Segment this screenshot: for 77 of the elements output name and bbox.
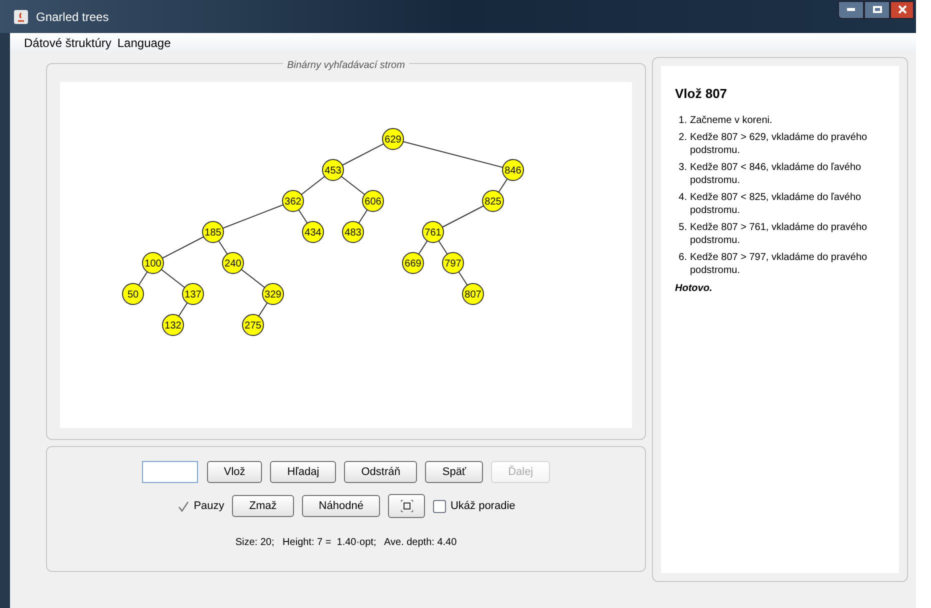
node-value: 50 (127, 290, 139, 300)
step-text: Kedže 807 > 629, vkladáme do pravého podstromu. (690, 130, 868, 156)
step-number: 6. (678, 250, 688, 264)
node-value: 846 (504, 166, 522, 176)
tree-node (122, 283, 144, 305)
checkbox[interactable] (433, 500, 446, 512)
tree-node (182, 283, 204, 305)
node-value: 137 (184, 290, 202, 300)
step-number: 3. (678, 160, 688, 174)
minimize-button[interactable] (838, 0, 864, 18)
node-value: 329 (264, 290, 282, 300)
tree-node (462, 283, 484, 305)
node-value: 606 (364, 196, 382, 208)
tree-node (242, 314, 264, 336)
tree-node (142, 252, 164, 274)
tree-node (262, 283, 284, 305)
tree-stats: Size: 20; Height: 7 = 1.40·opt; Ave. depth: 4.40 (235, 536, 457, 550)
checkbox-label: Ukáž poradie (450, 498, 516, 514)
fit-view-icon (400, 500, 413, 512)
node-value: 132 (164, 320, 182, 332)
node-value: 669 (404, 258, 422, 270)
checkbox[interactable] (176, 500, 190, 512)
node-value: 275 (244, 320, 262, 332)
step-number: 1. (678, 114, 688, 126)
explanation-title: Vlož 807 (675, 85, 728, 103)
tree-node (442, 252, 464, 274)
node-value: 629 (384, 134, 402, 146)
step-text: Začneme v koreni. (690, 114, 774, 126)
node-value: 761 (424, 228, 442, 238)
action-button[interactable]: Náhodné (302, 495, 380, 517)
node-value: 434 (304, 228, 322, 238)
step-text: Kedže 807 < 825, vkladáme do ľavého podstromu. (690, 190, 862, 216)
step-number: 2. (678, 130, 688, 144)
tree-node (362, 190, 384, 212)
step-text: Kedže 807 < 846, vkladáme do ľavého podstromu. (690, 160, 862, 186)
action-button[interactable]: Hľadaj (270, 461, 336, 483)
step-text: Kedže 807 > 761, vkladáme do pravého podstromu. (690, 220, 868, 246)
java-icon (14, 10, 28, 24)
action-button[interactable]: Zmaž (232, 495, 294, 517)
close-button[interactable] (890, 0, 914, 18)
input-field[interactable] (142, 461, 198, 483)
node-value: 240 (224, 258, 242, 270)
step-number: 4. (678, 190, 688, 204)
action-button[interactable]: Vlož (206, 461, 262, 483)
node-value: 453 (324, 166, 342, 176)
checkbox-label: Pauzy (194, 498, 224, 514)
tree-node (302, 221, 324, 243)
node-value: 825 (484, 196, 502, 208)
tree-node (282, 190, 304, 212)
panel-title: Binárny vyhľadávací strom (283, 58, 409, 73)
node-value: 100 (144, 258, 162, 270)
node-value: 185 (204, 228, 222, 238)
node-value: 797 (444, 258, 462, 270)
tree-node (202, 221, 224, 243)
tree-node (222, 252, 244, 274)
tree-node (382, 128, 404, 150)
menu-item[interactable]: Dátové štruktúry (24, 34, 112, 52)
close-icon (898, 5, 906, 14)
step-number: 5. (678, 220, 688, 234)
action-button[interactable]: Odstráň (344, 461, 418, 483)
tree-node (322, 159, 344, 181)
tree-node (502, 159, 524, 181)
tree-node (342, 221, 364, 243)
maximize-button[interactable] (864, 0, 890, 18)
menu-item[interactable]: Language (117, 34, 171, 52)
tree-node (162, 314, 184, 336)
tree-node (482, 190, 504, 212)
node-value: 807 (464, 290, 482, 300)
node-value: 483 (344, 228, 362, 238)
done-text: Hotovo. (675, 282, 714, 296)
fit-button[interactable] (388, 494, 426, 518)
node-value: 362 (284, 196, 302, 208)
window-title: Gnarled trees (36, 8, 109, 26)
tree-node (422, 221, 444, 243)
step-text: Kedže 807 > 797, vkladáme do pravého podstromu. (690, 250, 868, 276)
action-button[interactable]: Späť (425, 461, 484, 483)
tree-node (402, 252, 424, 274)
